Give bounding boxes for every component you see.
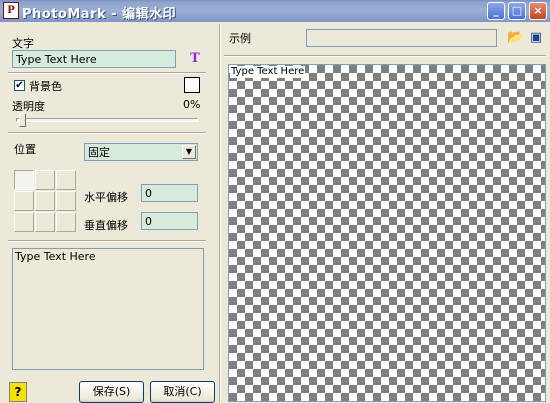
preview-label: 示例 [229, 32, 251, 45]
anchor-top-left[interactable] [14, 170, 34, 190]
anchor-bottom-left[interactable] [14, 212, 34, 232]
minimize-button[interactable]: _ [487, 2, 505, 20]
divider [8, 72, 206, 74]
maximize-button[interactable]: □ [508, 2, 526, 20]
horizontal-offset-label: 水平偏移 [84, 191, 128, 204]
horizontal-offset-input[interactable]: 0 [141, 184, 198, 202]
preview-path-field[interactable] [306, 29, 497, 47]
anchor-bottom-right[interactable] [56, 212, 76, 232]
vertical-offset-input[interactable]: 0 [141, 212, 198, 230]
watermark-text-input[interactable]: Type Text Here [12, 50, 176, 68]
anchor-grid [14, 170, 76, 232]
opacity-slider-thumb[interactable] [19, 113, 26, 127]
anchor-middle-left[interactable] [14, 191, 34, 211]
window-icon[interactable]: ▣ [528, 30, 544, 46]
preview-canvas: Type Text Here [228, 64, 546, 402]
preview-overlay-text: Type Text Here [230, 66, 306, 78]
anchor-center[interactable] [35, 191, 55, 211]
divider [224, 55, 546, 57]
anchor-top-center[interactable] [35, 170, 55, 190]
app-icon: P [3, 2, 19, 19]
anchor-middle-right[interactable] [56, 191, 76, 211]
background-checkbox[interactable]: ✔ [14, 80, 25, 91]
save-button[interactable]: 保存(S) [79, 381, 144, 403]
vertical-offset-label: 垂直偏移 [84, 219, 128, 232]
help-button[interactable]: ? [9, 382, 27, 402]
opacity-slider-track[interactable] [16, 118, 198, 122]
chevron-down-icon[interactable]: ▼ [182, 145, 196, 159]
position-label: 位置 [14, 143, 36, 156]
opacity-label: 透明度 [12, 100, 45, 113]
divider [8, 132, 206, 134]
cancel-button[interactable]: 取消(C) [150, 381, 215, 403]
font-icon[interactable]: T [187, 51, 203, 67]
background-color-swatch[interactable] [184, 77, 200, 93]
text-label: 文字 [12, 37, 34, 50]
close-button[interactable]: × [529, 2, 547, 20]
window-title: PhotoMark - 编辑水印 [22, 7, 177, 22]
background-label: 背景色 [29, 80, 62, 93]
divider [8, 240, 206, 242]
position-select-value: 固定 [88, 146, 110, 159]
anchor-top-right[interactable] [56, 170, 76, 190]
panel-divider [219, 24, 221, 402]
folder-open-icon[interactable]: 📂 [507, 30, 523, 46]
title-bar: P PhotoMark - 编辑水印 _ □ × [0, 0, 550, 22]
anchor-bottom-center[interactable] [35, 212, 55, 232]
watermark-text-area[interactable]: Type Text Here [12, 248, 204, 370]
opacity-value: 0% [183, 98, 201, 111]
position-select[interactable]: 固定 ▼ [84, 143, 198, 161]
